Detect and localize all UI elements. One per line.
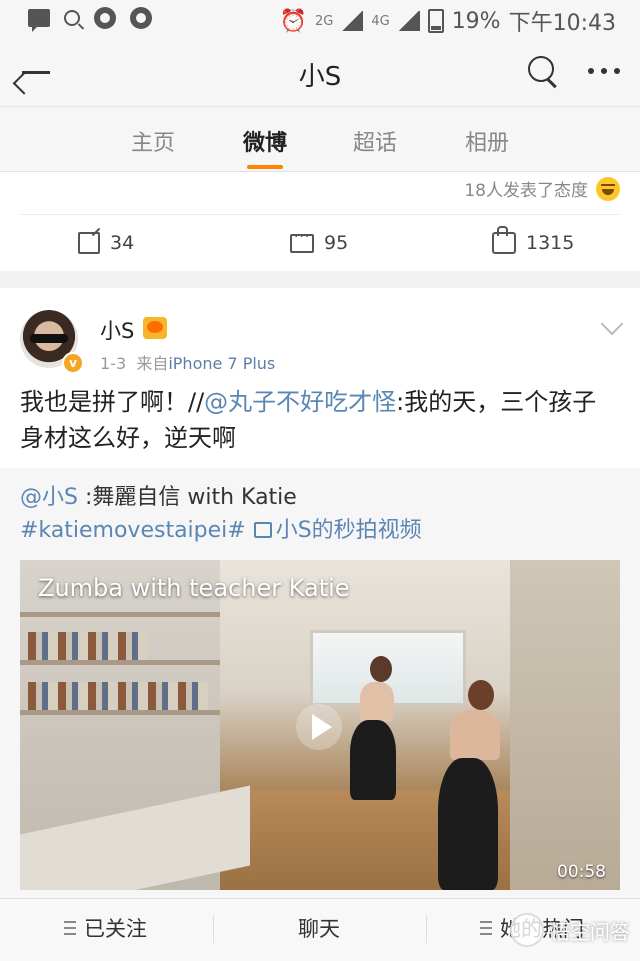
member-crown-icon[interactable] xyxy=(143,317,167,339)
clock: 下午10:43 xyxy=(508,11,616,36)
more-options-button[interactable] xyxy=(586,68,622,76)
comment-icon xyxy=(290,229,314,253)
comment-button[interactable]: 95 xyxy=(290,229,348,254)
repost-icon xyxy=(78,232,100,254)
bottom-action-bar: 已关注 聊天 她的热门 悟空问答 xyxy=(0,898,640,961)
tab-super-topic[interactable]: 超话 xyxy=(320,125,430,157)
video-link[interactable]: 小S的秒拍视频 xyxy=(276,518,422,543)
video-player[interactable]: Zumba with teacher Katie 00:58 xyxy=(20,560,620,890)
post-meta: 1-3 来自iPhone 7 Plus xyxy=(100,350,275,374)
reactions-summary[interactable]: 18人发表了态度 xyxy=(464,176,620,201)
repost-card[interactable]: @小S :舞麗自信 with Katie #katiemovestaipei# 小… xyxy=(0,468,640,898)
repost-button[interactable]: 34 xyxy=(78,232,134,254)
thumbs-up-icon xyxy=(492,226,516,254)
source-prefix: 来自 xyxy=(136,354,169,373)
tab-album[interactable]: 相册 xyxy=(432,125,542,157)
mention-link[interactable]: @丸子不好吃才怪 xyxy=(204,388,396,416)
dot-icon xyxy=(601,68,607,74)
post-text: 我也是拼了啊！//@丸子不好吃才怪:我的天，三个孩子身材这么好，逆天啊 xyxy=(20,388,597,452)
post-action-bar: 34 95 1315 xyxy=(0,218,640,270)
repost-text: @小S :舞麗自信 with Katie #katiemovestaipei# 小… xyxy=(20,485,422,543)
alarm-icon: ⏰ xyxy=(279,8,307,34)
video-link-icon xyxy=(253,522,272,538)
post-source[interactable]: iPhone 7 Plus xyxy=(168,354,275,373)
app-icon xyxy=(94,7,116,29)
search-button[interactable] xyxy=(526,54,560,89)
network-4g: 4G xyxy=(371,13,390,29)
like-button[interactable]: 1315 xyxy=(492,226,574,254)
tab-home[interactable]: 主页 xyxy=(98,125,208,157)
message-icon xyxy=(28,9,50,32)
active-tab-indicator xyxy=(247,165,283,169)
verified-badge-icon: v xyxy=(62,352,84,374)
dot-icon xyxy=(614,68,620,74)
author-name[interactable]: 小S xyxy=(100,315,134,345)
hashtag-link[interactable]: #katiemovestaipei# xyxy=(20,518,246,543)
status-bar: ⏰ 2G 4G 19% 下午10:43 xyxy=(0,0,640,38)
network-2g: 2G xyxy=(314,13,334,29)
search-icon xyxy=(528,56,554,82)
battery-icon xyxy=(427,9,444,33)
feed-separator xyxy=(0,271,640,288)
watermark-logo-icon xyxy=(510,913,544,947)
laugh-emoji-icon xyxy=(596,176,620,201)
signal-icon xyxy=(341,11,364,31)
profile-tabs: 主页 微博 超话 相册 xyxy=(0,107,640,172)
watermark: 悟空问答 xyxy=(510,913,630,947)
play-button[interactable] xyxy=(296,704,342,750)
video-duration: 00:58 xyxy=(557,862,606,882)
app-icon xyxy=(130,7,152,29)
search-small-icon xyxy=(64,10,80,26)
chat-button[interactable]: 聊天 xyxy=(298,913,340,943)
dot-icon xyxy=(588,68,594,74)
post-menu-chevron-icon[interactable] xyxy=(600,312,624,336)
menu-icon xyxy=(64,921,76,935)
battery-level: 19% xyxy=(451,8,501,34)
divider xyxy=(20,214,620,215)
title-bar: 小S xyxy=(0,38,640,107)
repost-mention[interactable]: @小S xyxy=(20,485,78,510)
signal-icon xyxy=(397,11,420,31)
post-date: 1-3 xyxy=(100,354,127,373)
video-title: Zumba with teacher Katie xyxy=(38,574,350,602)
tab-weibo[interactable]: 微博 xyxy=(210,125,320,169)
menu-icon xyxy=(480,921,492,935)
follow-button[interactable]: 已关注 xyxy=(64,913,147,943)
